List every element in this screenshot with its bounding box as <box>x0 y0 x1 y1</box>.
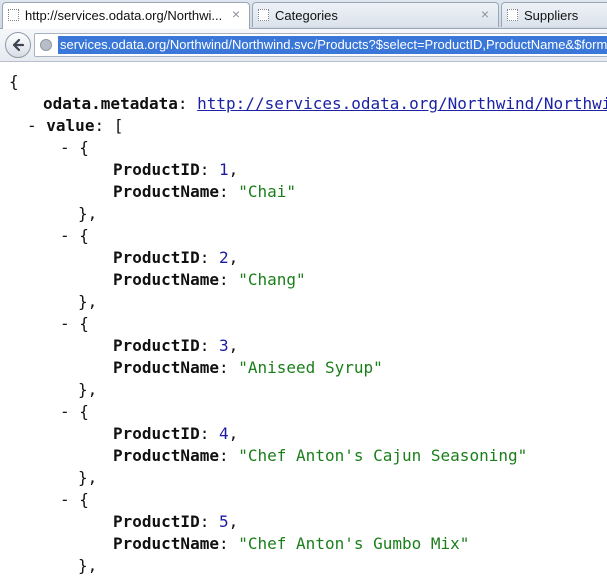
collapse-toggle[interactable]: - <box>60 490 70 509</box>
product-name-key: ProductName <box>113 270 219 289</box>
product-name-key: ProductName <box>113 534 219 553</box>
item-open-row: - { <box>60 137 89 159</box>
product-name-row: ProductName: "Chef Anton's Gumbo Mix" <box>113 533 469 555</box>
product-id-value: 2 <box>218 248 229 267</box>
item-open-row: - { <box>60 313 89 335</box>
metadata-link[interactable]: http://services.odata.org/Northwind/Nort… <box>197 94 607 113</box>
colon: : <box>199 512 210 531</box>
value-key: value <box>46 116 95 135</box>
tab-title: Categories <box>275 8 338 23</box>
product-name-value: "Chef Anton's Gumbo Mix" <box>238 534 470 553</box>
tab-strip: http://services.odata.org/Northwi... × C… <box>0 0 607 29</box>
colon: : <box>177 94 188 113</box>
product-id-key: ProductID <box>113 160 200 179</box>
tab-title: http://services.odata.org/Northwi... <box>25 8 223 23</box>
metadata-key: odata.metadata <box>43 94 178 113</box>
close-obj: }, <box>78 556 98 575</box>
colon: : <box>218 358 229 377</box>
product-id-key: ProductID <box>113 512 200 531</box>
colon: : <box>199 336 210 355</box>
item-open-row: - { <box>60 489 89 511</box>
colon: : <box>199 248 210 267</box>
colon: : <box>94 116 105 135</box>
close-obj: }, <box>78 380 98 399</box>
back-button[interactable] <box>5 32 31 58</box>
navigation-bar: services.odata.org/Northwind/Northwind.s… <box>0 29 607 62</box>
collapse-toggle[interactable]: - <box>60 402 70 421</box>
product-name-key: ProductName <box>113 182 219 201</box>
product-id-value: 1 <box>218 160 229 179</box>
product-id-row: ProductID: 5, <box>113 512 239 531</box>
globe-icon <box>40 39 52 51</box>
value-row: - value: [ <box>27 115 123 137</box>
collapse-toggle[interactable]: - <box>60 138 70 157</box>
close-icon[interactable]: × <box>229 7 243 21</box>
item-open-row: - { <box>60 225 89 247</box>
tab-products[interactable]: http://services.odata.org/Northwi... × <box>2 2 250 29</box>
close-obj: }, <box>78 468 98 487</box>
open-obj: { <box>79 138 89 157</box>
colon: : <box>199 160 210 179</box>
product-id-value: 5 <box>218 512 229 531</box>
product-name-key: ProductName <box>113 358 219 377</box>
open-obj: { <box>79 402 89 421</box>
colon: : <box>218 182 229 201</box>
tab-categories[interactable]: Categories × <box>252 2 499 27</box>
product-id-row: ProductID: 2, <box>113 248 239 267</box>
close-icon[interactable]: × <box>478 7 492 21</box>
colon: : <box>218 534 229 553</box>
back-arrow-icon <box>12 38 25 52</box>
metadata-row: odata.metadata: http://services.odata.or… <box>43 93 607 115</box>
address-bar[interactable]: services.odata.org/Northwind/Northwind.s… <box>34 33 607 57</box>
product-id-value: 3 <box>218 336 229 355</box>
page-icon <box>507 9 518 21</box>
product-name-value: "Chef Anton's Cajun Seasoning" <box>238 446 528 465</box>
close-obj: }, <box>78 204 98 223</box>
product-name-key: ProductName <box>113 446 219 465</box>
product-name-row: ProductName: "Chang" <box>113 269 306 291</box>
open-obj: { <box>79 314 89 333</box>
close-obj: }, <box>78 292 98 311</box>
open-obj: { <box>79 226 89 245</box>
product-id-key: ProductID <box>113 424 200 443</box>
tab-suppliers[interactable]: Suppliers <box>501 2 607 27</box>
product-id-row: ProductID: 3, <box>113 336 239 355</box>
product-id-value: 4 <box>218 424 229 443</box>
page-icon <box>258 9 269 21</box>
product-name-row: ProductName: "Aniseed Syrup" <box>113 357 383 379</box>
collapse-toggle[interactable]: - <box>60 226 70 245</box>
tab-title: Suppliers <box>524 8 579 23</box>
product-name-row: ProductName: "Chef Anton's Cajun Seasoni… <box>113 445 527 467</box>
product-id-key: ProductID <box>113 248 200 267</box>
json-viewer: { odata.metadata: http://services.odata.… <box>0 62 607 580</box>
open-obj: { <box>79 490 89 509</box>
product-name-value: "Aniseed Syrup" <box>238 358 383 377</box>
colon: : <box>199 424 210 443</box>
colon: : <box>218 446 229 465</box>
product-id-row: ProductID: 4, <box>113 424 239 443</box>
product-id-key: ProductID <box>113 336 200 355</box>
collapse-toggle[interactable]: - <box>60 314 70 333</box>
product-name-row: ProductName: "Chai" <box>113 181 296 203</box>
product-name-value: "Chang" <box>238 270 306 289</box>
colon: : <box>218 270 229 289</box>
page-icon <box>8 9 19 21</box>
product-name-value: "Chai" <box>238 182 297 201</box>
product-id-row: ProductID: 1, <box>113 160 239 179</box>
item-open-row: - { <box>60 401 89 423</box>
collapse-toggle[interactable]: - <box>27 116 37 135</box>
open-brace: { <box>9 72 19 91</box>
url-text[interactable]: services.odata.org/Northwind/Northwind.s… <box>58 36 607 54</box>
open-bracket: [ <box>113 116 124 135</box>
